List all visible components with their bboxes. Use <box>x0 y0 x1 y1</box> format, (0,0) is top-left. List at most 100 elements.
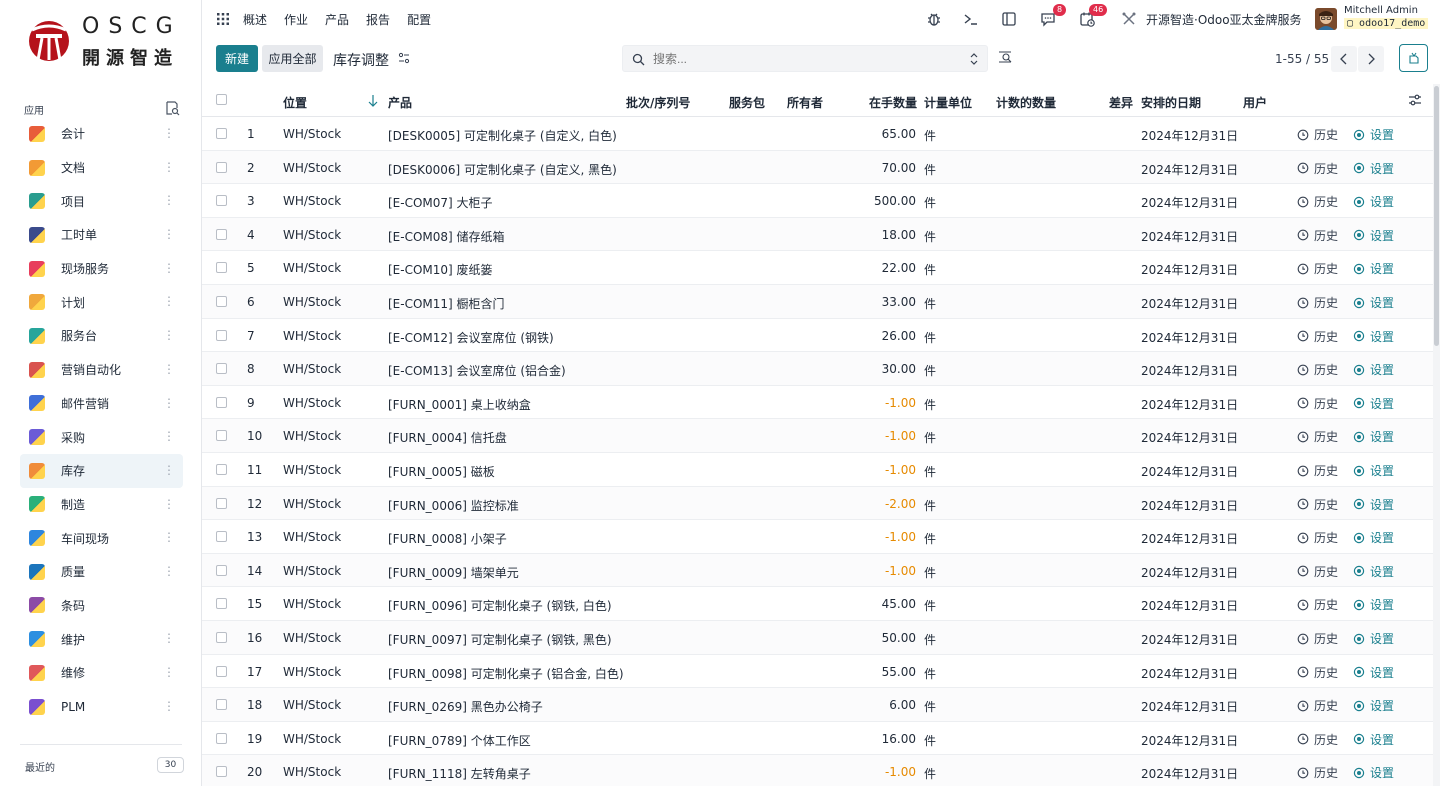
cell-location[interactable]: WH/Stock <box>283 362 341 376</box>
cell-location[interactable]: WH/Stock <box>283 732 341 746</box>
sidebar-app-item[interactable]: 车间现场 ⋮ <box>20 521 183 555</box>
menu-products[interactable]: 产品 <box>325 11 349 28</box>
more-vertical-icon[interactable]: ⋮ <box>163 396 175 410</box>
recent-label[interactable]: 最近的 <box>25 759 55 774</box>
more-vertical-icon[interactable]: ⋮ <box>163 631 175 645</box>
col-scheduled-date[interactable]: 安排的日期 <box>1141 94 1201 111</box>
col-lot[interactable]: 批次/序列号 <box>626 94 690 111</box>
row-checkbox[interactable] <box>216 766 227 778</box>
cell-product[interactable]: [FURN_0006] 监控标准 <box>388 497 519 514</box>
terminal-icon[interactable] <box>962 10 980 28</box>
cell-location[interactable]: WH/Stock <box>283 329 341 343</box>
cell-product[interactable]: [FURN_0001] 桌上收纳盒 <box>388 396 531 413</box>
cell-location[interactable]: WH/Stock <box>283 161 341 175</box>
cell-location[interactable]: WH/Stock <box>283 261 341 275</box>
scrollbar[interactable] <box>1433 84 1440 786</box>
more-vertical-icon[interactable]: ⋮ <box>163 564 175 578</box>
table-row[interactable]: 17 WH/Stock [FURN_0098] 可定制化桌子 (铝合金, 白色) 55… <box>202 655 1433 689</box>
sidebar-app-item[interactable]: 质量 ⋮ <box>20 555 183 589</box>
cell-product[interactable]: [FURN_0008] 小架子 <box>388 530 507 547</box>
cell-scheduled-date[interactable]: 2024年12月31日 <box>1141 329 1238 346</box>
col-location[interactable]: 位置 <box>283 94 307 111</box>
history-button[interactable]: 历史 <box>1297 529 1338 546</box>
set-button[interactable]: 设置 <box>1353 496 1394 513</box>
row-checkbox[interactable] <box>216 632 227 643</box>
row-checkbox[interactable] <box>216 564 227 576</box>
sidebar-app-item[interactable]: 采购 ⋮ <box>20 420 183 454</box>
set-button[interactable]: 设置 <box>1353 160 1394 177</box>
history-button[interactable]: 历史 <box>1297 462 1338 479</box>
user-name[interactable]: Mitchell Admin <box>1344 5 1418 16</box>
cell-product[interactable]: [E-COM10] 废纸篓 <box>388 261 493 278</box>
set-button[interactable]: 设置 <box>1353 563 1394 580</box>
sidebar-app-item[interactable]: 计划 ⋮ <box>20 285 183 319</box>
cell-scheduled-date[interactable]: 2024年12月31日 <box>1141 564 1238 581</box>
cell-location[interactable]: WH/Stock <box>283 530 341 544</box>
cell-scheduled-date[interactable]: 2024年12月31日 <box>1141 362 1238 379</box>
cell-scheduled-date[interactable]: 2024年12月31日 <box>1141 429 1238 446</box>
history-button[interactable]: 历史 <box>1297 328 1338 345</box>
cell-scheduled-date[interactable]: 2024年12月31日 <box>1141 161 1238 178</box>
history-button[interactable]: 历史 <box>1297 496 1338 513</box>
cell-location[interactable]: WH/Stock <box>283 564 341 578</box>
company-switcher[interactable]: 开源智造·Odoo亚太金牌服务 <box>1146 11 1302 28</box>
col-onhand[interactable]: 在手数量 <box>869 94 917 111</box>
history-button[interactable]: 历史 <box>1297 596 1338 613</box>
oscg-logo[interactable]: OSCG 開源智造 <box>28 12 188 72</box>
cell-location[interactable]: WH/Stock <box>283 665 341 679</box>
table-row[interactable]: 14 WH/Stock [FURN_0009] 墙架单元 -1.00 件 2024年12月… <box>202 553 1433 588</box>
history-button[interactable]: 历史 <box>1297 731 1338 748</box>
table-row[interactable]: 10 WH/Stock [FURN_0004] 信托盘 -1.00 件 2024年12月3… <box>202 419 1433 453</box>
cell-product[interactable]: [E-COM07] 大柜子 <box>388 194 493 211</box>
history-button[interactable]: 历史 <box>1297 193 1338 210</box>
history-button[interactable]: 历史 <box>1297 260 1338 277</box>
table-row[interactable]: 19 WH/Stock [FURN_0789] 个体工作区 16.00 件 2024年12… <box>202 722 1433 756</box>
cell-product[interactable]: [E-COM08] 储存纸箱 <box>388 228 505 245</box>
sidebar-app-item[interactable]: 邮件营销 ⋮ <box>20 387 183 421</box>
actions-gear-icon[interactable] <box>398 52 410 64</box>
history-button[interactable]: 历史 <box>1297 227 1338 244</box>
more-vertical-icon[interactable]: ⋮ <box>163 530 175 544</box>
cell-product[interactable]: [DESK0006] 可定制化桌子 (自定义, 黑色) <box>388 161 617 178</box>
cell-location[interactable]: WH/Stock <box>283 631 341 645</box>
cell-scheduled-date[interactable]: 2024年12月31日 <box>1141 631 1238 648</box>
set-button[interactable]: 设置 <box>1353 361 1394 378</box>
more-vertical-icon[interactable]: ⋮ <box>163 429 175 443</box>
history-button[interactable]: 历史 <box>1297 395 1338 412</box>
cell-product[interactable]: [DESK0005] 可定制化桌子 (自定义, 白色) <box>388 127 617 144</box>
table-row[interactable]: 15 WH/Stock [FURN_0096] 可定制化桌子 (钢铁, 白色) 45.… <box>202 587 1433 621</box>
set-button[interactable]: 设置 <box>1353 126 1394 143</box>
cell-product[interactable]: [FURN_0097] 可定制化桌子 (钢铁, 黑色) <box>388 631 612 648</box>
set-button[interactable]: 设置 <box>1353 664 1394 681</box>
pager-next-button[interactable] <box>1358 46 1384 72</box>
cell-location[interactable]: WH/Stock <box>283 765 341 779</box>
cell-product[interactable]: [FURN_0005] 磁板 <box>388 463 495 480</box>
cell-product[interactable]: [FURN_0096] 可定制化桌子 (钢铁, 白色) <box>388 597 612 614</box>
history-button[interactable]: 历史 <box>1297 428 1338 445</box>
row-checkbox[interactable] <box>216 296 227 307</box>
cell-scheduled-date[interactable]: 2024年12月31日 <box>1141 194 1238 211</box>
cell-scheduled-date[interactable]: 2024年12月31日 <box>1141 732 1238 749</box>
cell-product[interactable]: [FURN_0269] 黑色办公椅子 <box>388 698 543 715</box>
row-checkbox[interactable] <box>216 497 227 509</box>
pager-previous-button[interactable] <box>1331 46 1357 72</box>
cell-location[interactable]: WH/Stock <box>283 295 341 309</box>
cell-scheduled-date[interactable]: 2024年12月31日 <box>1141 261 1238 278</box>
set-button[interactable]: 设置 <box>1353 697 1394 714</box>
cell-scheduled-date[interactable]: 2024年12月31日 <box>1141 396 1238 413</box>
table-row[interactable]: 3 WH/Stock [E-COM07] 大柜子 500.00 件 2024年12月31日… <box>202 184 1433 218</box>
cell-scheduled-date[interactable]: 2024年12月31日 <box>1141 228 1238 245</box>
search-options-toggle-icon[interactable] <box>968 52 980 66</box>
row-checkbox[interactable] <box>216 128 227 139</box>
row-checkbox[interactable] <box>216 464 227 475</box>
set-button[interactable]: 设置 <box>1353 193 1394 210</box>
sidebar-app-item[interactable]: 会计 ⋮ <box>20 117 183 151</box>
history-button[interactable]: 历史 <box>1297 563 1338 580</box>
table-row[interactable]: 9 WH/Stock [FURN_0001] 桌上收纳盒 -1.00 件 2024年12月… <box>202 386 1433 420</box>
row-checkbox[interactable] <box>216 195 227 207</box>
row-checkbox[interactable] <box>216 531 227 543</box>
search-input[interactable] <box>653 50 953 68</box>
sidebar-app-item[interactable]: 服务台 ⋮ <box>20 319 183 353</box>
apply-all-button[interactable]: 应用全部 <box>262 45 323 72</box>
set-button[interactable]: 设置 <box>1353 227 1394 244</box>
